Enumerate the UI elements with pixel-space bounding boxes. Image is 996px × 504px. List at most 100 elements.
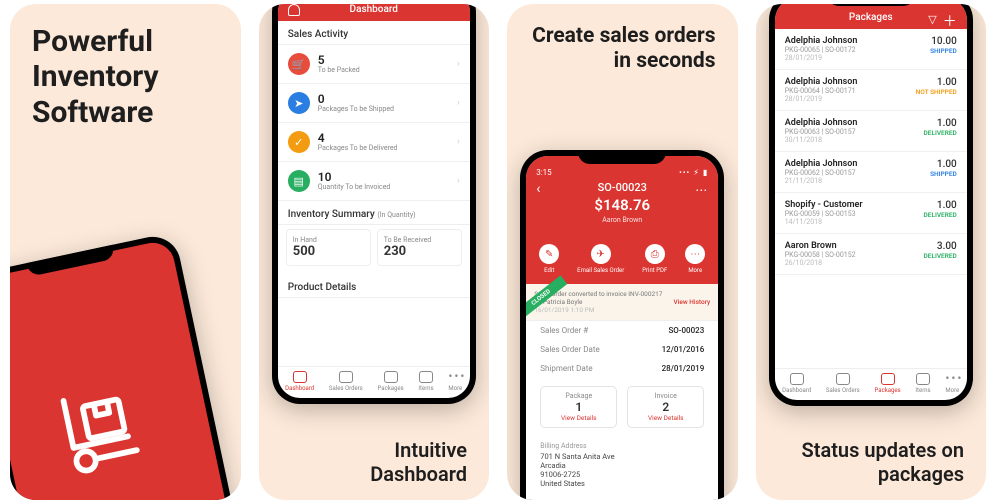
- nav-items[interactable]: Items: [418, 371, 433, 392]
- package-date: 30/11/2018: [785, 136, 858, 144]
- billing-address: Billing Address 701 N Santa Anita AveArc…: [526, 436, 718, 494]
- package-date: 28/01/2019: [785, 95, 858, 103]
- inventory-card: In Hand500: [286, 229, 371, 266]
- nav-icon: [384, 371, 398, 383]
- more-icon[interactable]: ⋯: [695, 183, 708, 197]
- activity-value: 5: [318, 54, 360, 66]
- bell-icon[interactable]: [288, 4, 300, 16]
- filter-icon[interactable]: ▽: [928, 13, 936, 26]
- nav-packages[interactable]: Packages: [875, 373, 901, 394]
- phone-dashboard: Dashboard Sales Activity 🛒 5 To be Packe…: [272, 4, 476, 404]
- nav-more[interactable]: •••More: [945, 373, 959, 394]
- action-icon: ✈: [591, 244, 611, 264]
- activity-icon: 🛒: [288, 53, 310, 75]
- package-row[interactable]: Adelphia Johnson PKG-00063 | SO-00157 30…: [775, 111, 967, 152]
- panel4-caption: Status updates on packages: [756, 426, 987, 500]
- hand-truck-icon: [50, 372, 164, 489]
- product-details-title: Product Details: [278, 274, 470, 298]
- activity-row[interactable]: ▤ 10 Quantity To be Invoiced ›: [278, 162, 470, 201]
- package-amount: 1.00: [924, 200, 957, 211]
- order-action-print pdf[interactable]: ⎙Print PDF: [642, 244, 667, 274]
- package-amount: 3.00: [924, 241, 957, 252]
- order-action-email sales order[interactable]: ✈Email Sales Order: [577, 244, 624, 274]
- package-date: 21/11/2018: [785, 177, 858, 185]
- chevron-right-icon: ›: [457, 59, 460, 69]
- order-action-more[interactable]: ⋯More: [685, 244, 705, 274]
- package-row[interactable]: Aaron Brown PKG-00058 | SO-00152 26/10/2…: [775, 234, 967, 275]
- customer-name: Aaron Brown: [526, 216, 718, 224]
- promo-panel-4: Packages ▽ ＋ Adelphia Johnson PKG-00065 …: [756, 4, 987, 500]
- sales-activity-title: Sales Activity: [278, 21, 470, 45]
- summary-card-package[interactable]: Package1View Details: [540, 386, 617, 428]
- panel1-heading: Powerful Inventory Software: [10, 4, 241, 130]
- summary-card-invoice[interactable]: Invoice2View Details: [627, 386, 704, 428]
- history-banner: CLOSED Sales order converted to invoice …: [526, 284, 718, 321]
- activity-value: 4: [318, 132, 398, 144]
- phone-illustration: [10, 232, 241, 500]
- nav-icon: [790, 373, 804, 385]
- package-ids: PKG-00059 | SO-00153: [785, 210, 863, 218]
- nav-sales orders[interactable]: Sales Orders: [826, 373, 860, 394]
- activity-icon: ▤: [288, 170, 310, 192]
- promo-panel-3: Create sales orders in seconds 3:15 ••• …: [507, 4, 738, 500]
- nav-icon: [293, 371, 307, 383]
- activity-row[interactable]: ✓ 4 Packages To be Delivered ›: [278, 123, 470, 162]
- add-icon[interactable]: ＋: [943, 11, 957, 31]
- package-date: 14/11/2018: [785, 218, 863, 226]
- activity-icon: ➤: [288, 92, 310, 114]
- nav-dashboard[interactable]: Dashboard: [285, 371, 314, 392]
- order-action-edit[interactable]: ✎Edit: [539, 244, 559, 274]
- package-amount: 10.00: [930, 36, 957, 47]
- package-amount: 1.00: [924, 118, 957, 129]
- activity-row[interactable]: ➤ 0 Packages To be Shipped ›: [278, 84, 470, 123]
- status-time: 3:15: [536, 168, 551, 177]
- detail-row: Sales Order #SO-00023: [526, 321, 718, 340]
- package-date: 28/01/2019: [785, 54, 858, 62]
- packages-header: Packages ▽ ＋: [775, 4, 967, 29]
- phone-sales-order: 3:15 ••• ⚡︎ ▮ ‹ ⋯ SO-00023 $148.76 Aaron…: [520, 150, 724, 500]
- activity-label: To be Packed: [318, 66, 360, 74]
- package-customer: Adelphia Johnson: [785, 159, 858, 169]
- chevron-right-icon: ›: [457, 98, 460, 108]
- panel2-caption: Intuitive Dashboard: [259, 426, 490, 500]
- package-customer: Adelphia Johnson: [785, 77, 858, 87]
- nav-icon: [881, 373, 895, 385]
- promo-panel-1: Powerful Inventory Software: [10, 4, 241, 500]
- activity-label: Packages To be Delivered: [318, 144, 398, 152]
- order-id: SO-00023: [526, 181, 718, 194]
- activity-row[interactable]: 🛒 5 To be Packed ›: [278, 45, 470, 84]
- nav-sales orders[interactable]: Sales Orders: [329, 371, 363, 392]
- phone-packages: Packages ▽ ＋ Adelphia Johnson PKG-00065 …: [769, 4, 973, 406]
- nav-dashboard[interactable]: Dashboard: [782, 373, 811, 394]
- package-status: DELIVERED: [924, 252, 957, 260]
- package-customer: Aaron Brown: [785, 241, 856, 251]
- package-status: DELIVERED: [924, 211, 957, 219]
- chevron-right-icon: ›: [457, 137, 460, 147]
- nav-icon: [339, 371, 353, 383]
- inventory-card: To Be Received230: [377, 229, 462, 266]
- nav-more[interactable]: •••More: [448, 371, 462, 392]
- package-customer: Shopify - Customer: [785, 200, 863, 210]
- activity-label: Packages To be Shipped: [318, 105, 394, 113]
- package-ids: PKG-00063 | SO-00157: [785, 128, 858, 136]
- nav-icon: [419, 371, 433, 383]
- package-amount: 1.00: [916, 77, 957, 88]
- nav-items[interactable]: Items: [915, 373, 930, 394]
- package-ids: PKG-00058 | SO-00152: [785, 251, 856, 259]
- nav-icon: [836, 373, 850, 385]
- view-history-link[interactable]: View History: [674, 298, 711, 306]
- package-row[interactable]: Adelphia Johnson PKG-00062 | SO-00157 21…: [775, 152, 967, 193]
- package-status: DELIVERED: [924, 129, 957, 137]
- nav-packages[interactable]: Packages: [378, 371, 404, 392]
- package-row[interactable]: Adelphia Johnson PKG-00065 | SO-00172 28…: [775, 29, 967, 70]
- package-ids: PKG-00065 | SO-00172: [785, 46, 858, 54]
- activity-value: 10: [318, 171, 391, 183]
- detail-row: Sales Order Date12/01/2016: [526, 340, 718, 359]
- package-status: SHIPPED: [930, 170, 957, 178]
- chevron-right-icon: ›: [457, 176, 460, 186]
- package-status: NOT SHIPPED: [916, 88, 957, 96]
- back-icon[interactable]: ‹: [536, 181, 540, 197]
- header-title: Dashboard: [350, 4, 398, 15]
- package-row[interactable]: Shopify - Customer PKG-00059 | SO-00153 …: [775, 193, 967, 234]
- package-row[interactable]: Adelphia Johnson PKG-00064 | SO-00171 28…: [775, 70, 967, 111]
